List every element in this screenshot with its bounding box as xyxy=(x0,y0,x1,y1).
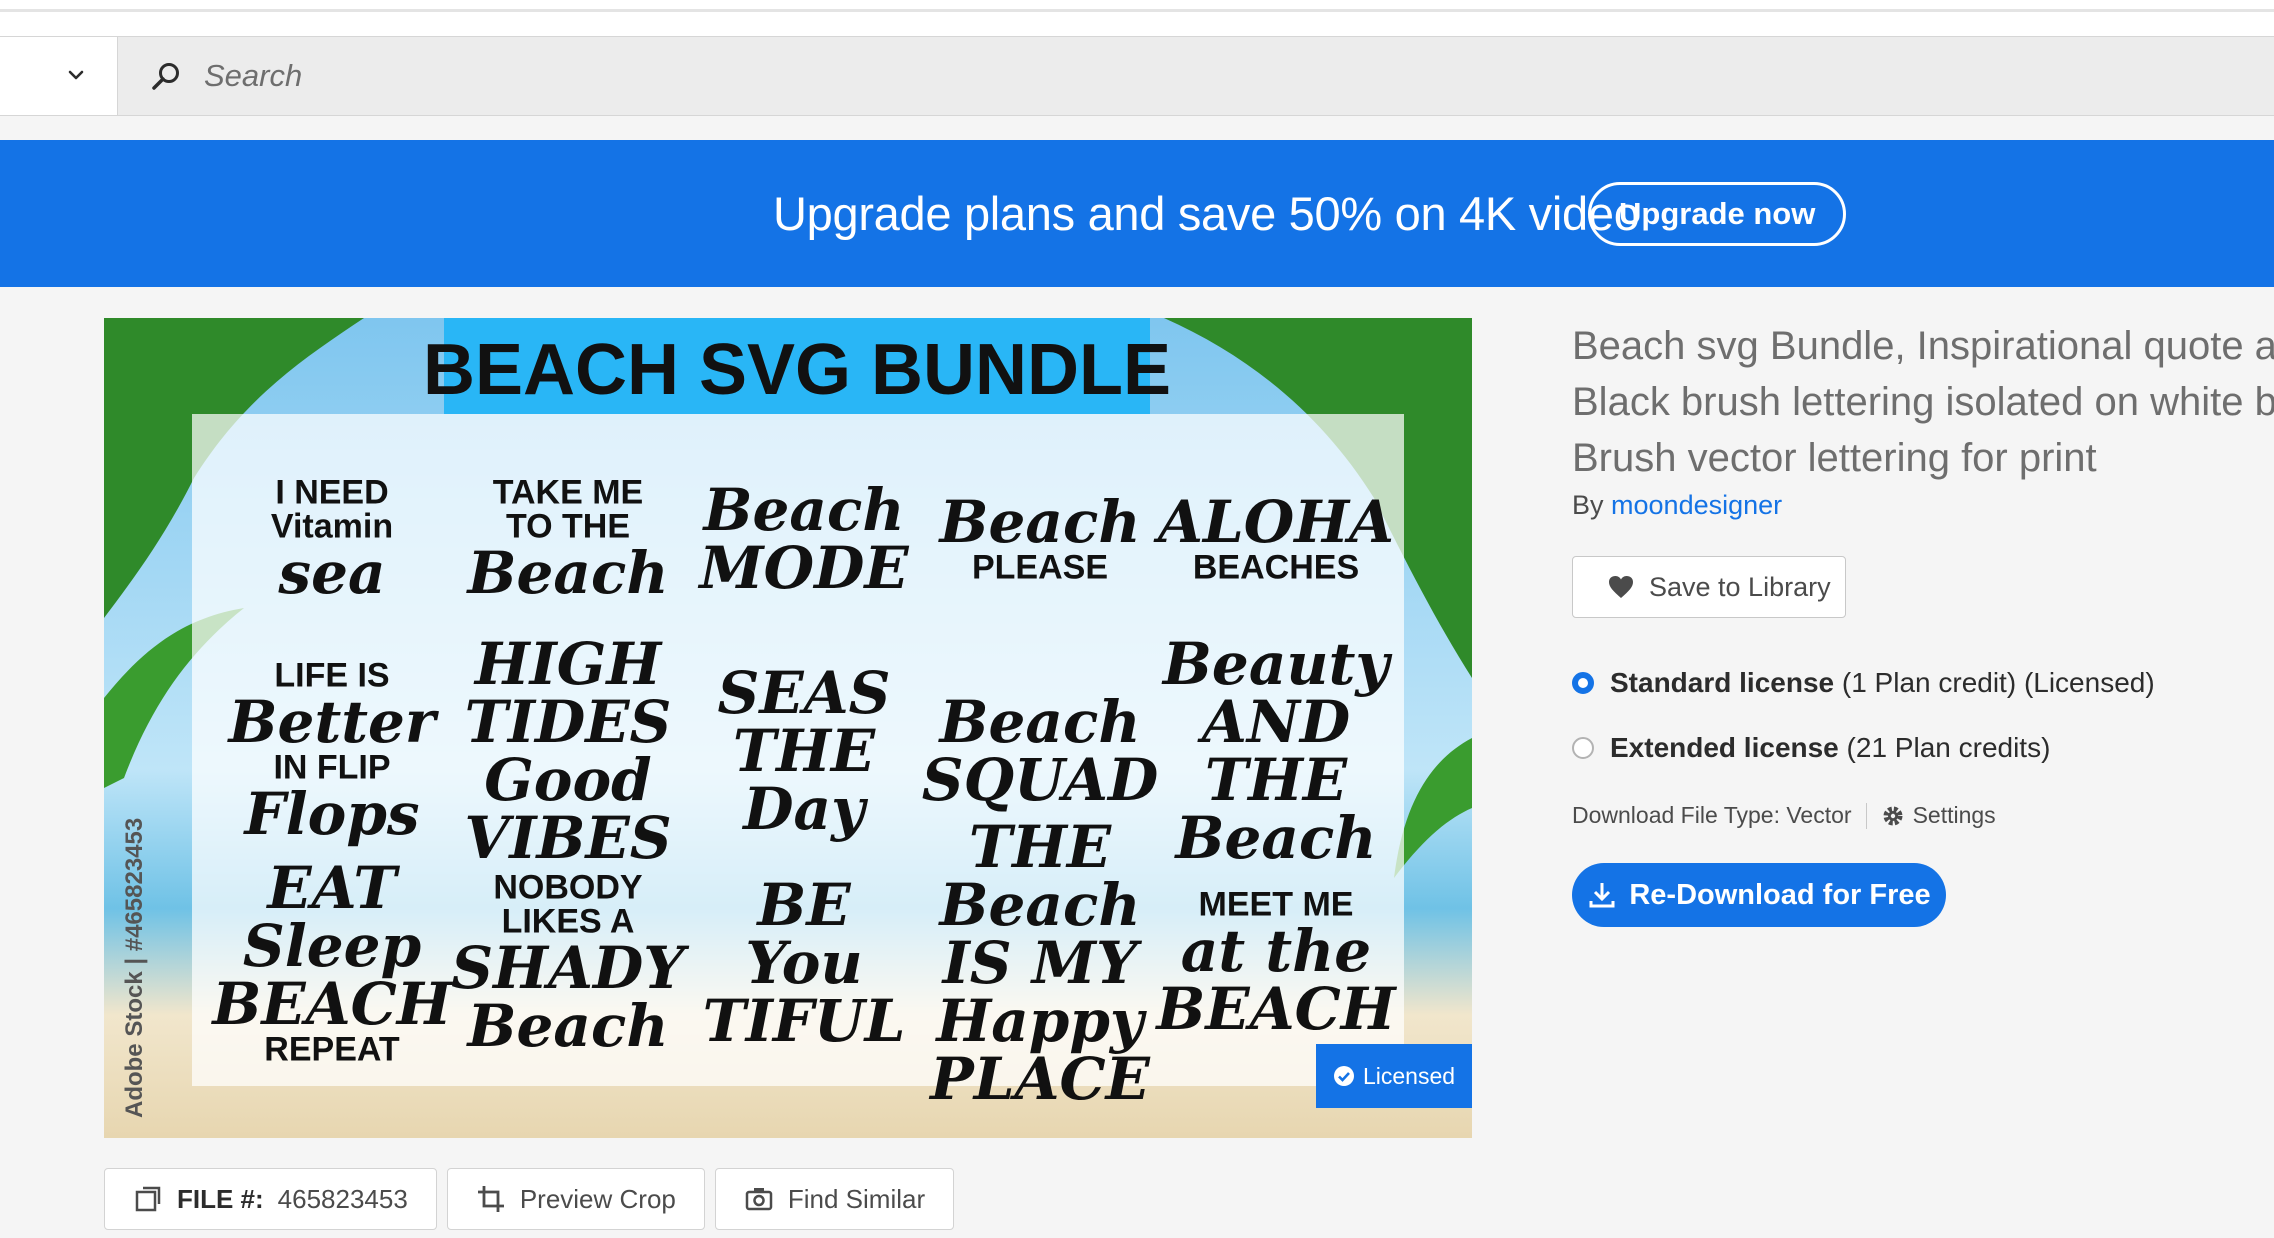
check-circle-icon xyxy=(1333,1066,1354,1086)
heart-icon xyxy=(1609,576,1633,598)
author-link[interactable]: moondesigner xyxy=(1611,490,1782,520)
design-text: Better xyxy=(227,688,440,756)
design-text: REPEAT xyxy=(264,1031,400,1069)
licensed-badge: Licensed xyxy=(1316,1044,1472,1108)
search-bar: Search xyxy=(0,36,2274,116)
design-text: Beach xyxy=(938,488,1141,556)
extended-license-option[interactable]: Extended license (21 Plan credits) xyxy=(1572,732,2050,764)
design-text: NOBODY xyxy=(493,869,643,907)
standard-license-radio[interactable] xyxy=(1572,672,1594,694)
design-text: ALOHA xyxy=(1153,488,1394,556)
design-text: MODE xyxy=(697,534,909,602)
file-toolbar: FILE #: 465823453 Preview Crop Find Simi… xyxy=(104,1168,955,1230)
design-text: TIFUL xyxy=(703,987,906,1055)
save-to-library-button[interactable]: Save to Library xyxy=(1572,556,1846,618)
search-scope-dropdown[interactable] xyxy=(0,37,118,115)
crop-icon xyxy=(477,1186,504,1212)
browser-top-strip xyxy=(0,0,2274,36)
divider xyxy=(1865,802,1867,829)
search-icon xyxy=(152,63,179,90)
design-text: TAKE ME xyxy=(493,474,643,512)
design-tile: BeachMODE xyxy=(697,476,909,602)
re-download-button[interactable]: Re-Download for Free xyxy=(1572,863,1946,927)
search-placeholder: Search xyxy=(204,58,303,93)
design-text: SQUAD xyxy=(922,746,1159,814)
chevron-down-icon xyxy=(68,70,84,80)
design-text: sea xyxy=(277,539,385,607)
design-text: Day xyxy=(741,775,869,843)
design-text: Beach xyxy=(466,992,669,1060)
file-icon xyxy=(135,1186,161,1212)
design-text: BEACHES xyxy=(1193,549,1359,587)
preview-crop-button[interactable]: Preview Crop xyxy=(446,1168,705,1230)
preview-artwork: BEACH SVG BUNDLE I NEEDVitaminsea TAKE ME… xyxy=(104,318,1472,1138)
watermark-text: Adobe Stock | #465823453 xyxy=(121,818,148,1118)
design-text: Beach xyxy=(466,539,669,607)
preview-header-text: BEACH SVG BUNDLE xyxy=(423,330,1171,410)
find-similar-button[interactable]: Find Similar xyxy=(714,1168,955,1230)
design-text: PLEASE xyxy=(972,549,1108,587)
standard-license-option[interactable]: Standard license (1 Plan credit) (Licens… xyxy=(1572,667,2155,699)
design-tile: SEASTHEDay xyxy=(718,659,891,843)
design-tile: TAKE METO THEBeach xyxy=(466,474,669,608)
design-tile: BeachSQUAD xyxy=(922,688,1159,814)
upgrade-now-button[interactable]: Upgrade now xyxy=(1588,182,1847,246)
file-label: FILE #: xyxy=(177,1183,264,1214)
design-text: VIBES xyxy=(464,804,671,872)
design-text: BEACH xyxy=(1154,975,1397,1043)
asset-preview-image[interactable]: BEACH SVG BUNDLE I NEED Vitamin sea TAKE ME… xyxy=(104,318,1472,1138)
design-text: Flops xyxy=(242,780,419,848)
design-tile: I NEEDVitaminsea xyxy=(271,474,393,608)
camera-icon xyxy=(745,1188,773,1211)
upgrade-banner: Upgrade plans and save 50% on 4K video U… xyxy=(0,140,2274,287)
file-number-button[interactable]: FILE #: 465823453 xyxy=(104,1168,437,1230)
search-input[interactable]: Search xyxy=(150,51,302,101)
file-number: 465823453 xyxy=(277,1183,408,1214)
settings-link[interactable]: Settings xyxy=(1881,802,1996,829)
design-text: BEACH xyxy=(210,970,453,1038)
download-file-type: Download File Type: Vector Settings xyxy=(1572,802,1996,829)
design-text: Beach xyxy=(1174,804,1377,872)
asset-title: Beach svg Bundle, Inspirational quote ab… xyxy=(1572,324,2274,480)
gear-icon xyxy=(1883,806,1903,825)
extended-license-radio[interactable] xyxy=(1572,737,1594,759)
asset-author: By moondesigner xyxy=(1572,490,1783,520)
banner-text: Upgrade plans and save 50% on 4K video xyxy=(773,187,1640,240)
design-tile: HIGHTIDESGoodVIBES xyxy=(464,630,671,872)
download-icon xyxy=(1589,883,1615,908)
design-text: PLACE xyxy=(928,1045,1151,1113)
design-text: I NEED xyxy=(275,474,388,512)
